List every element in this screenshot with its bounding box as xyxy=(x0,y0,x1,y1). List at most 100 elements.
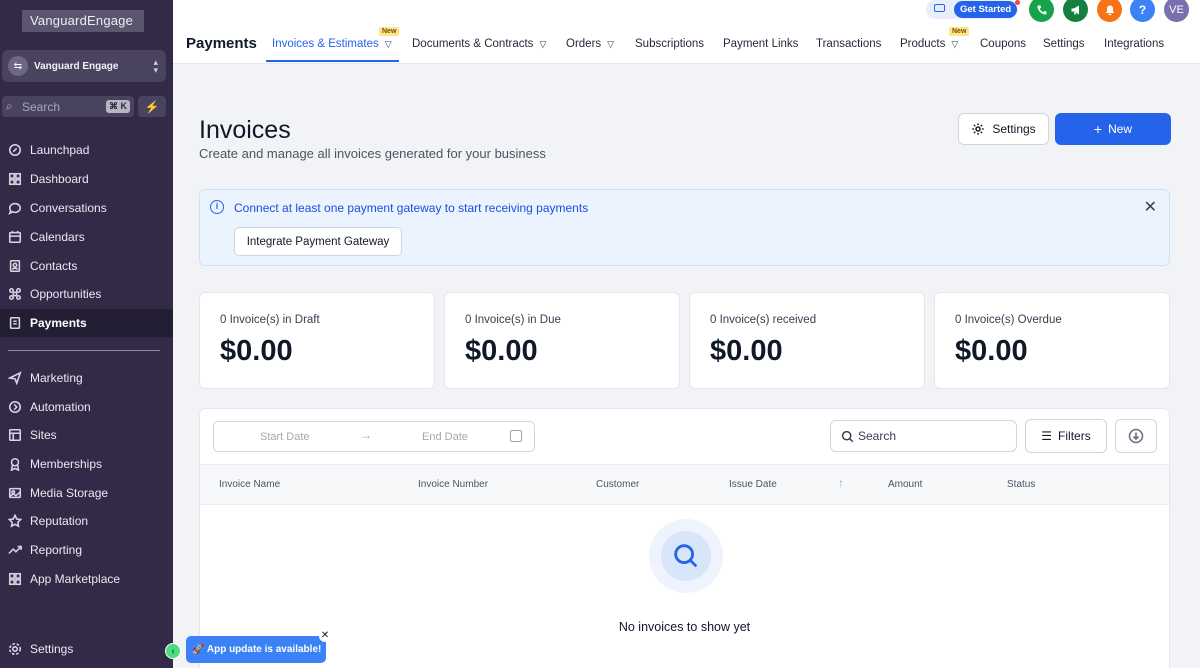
sidebar-item-label: Payments xyxy=(30,316,87,330)
integrate-gateway-button[interactable]: Integrate Payment Gateway xyxy=(234,227,402,256)
search-icon xyxy=(841,430,854,442)
announcements-button[interactable] xyxy=(1063,0,1088,22)
account-name: Vanguard Engage xyxy=(34,60,119,72)
sort-arrow-icon[interactable]: ↑ xyxy=(838,476,844,490)
sidebar-search-placeholder: Search xyxy=(22,99,61,114)
sidebar-item-reputation[interactable]: Reputation xyxy=(0,507,173,535)
sidebar-item-sites[interactable]: Sites xyxy=(0,421,173,449)
tab-invoices-estimates[interactable]: Invoices & Estimates ▽ xyxy=(272,38,392,50)
column-header-amount[interactable]: Amount xyxy=(888,479,922,490)
column-header-customer[interactable]: Customer xyxy=(596,479,639,490)
media-icon xyxy=(8,486,22,500)
brand-logo[interactable]: VanguardEngage xyxy=(22,10,144,32)
calendar-icon xyxy=(8,230,22,244)
page-subtitle: Create and manage all invoices generated… xyxy=(199,146,546,161)
sidebar-item-automation[interactable]: Automation xyxy=(0,393,173,421)
gear-icon xyxy=(8,642,22,656)
chat-icon xyxy=(8,201,22,215)
sidebar-search[interactable]: ⌕ Search ⌘ K xyxy=(2,96,134,117)
tab-label: Integrations xyxy=(1104,38,1165,50)
send-icon xyxy=(8,371,22,385)
tab-subscriptions[interactable]: Subscriptions xyxy=(635,38,704,50)
sidebar-item-payments[interactable]: Payments xyxy=(0,309,173,337)
notifications-button[interactable] xyxy=(1097,0,1122,22)
sidebar-item-label: Automation xyxy=(30,400,91,414)
stat-card-overdue: 0 Invoice(s) Overdue $0.00 xyxy=(934,292,1170,389)
app-update-toast[interactable]: 🚀 App update is available! xyxy=(186,636,326,663)
tab-payment-links[interactable]: Payment Links xyxy=(723,38,798,50)
close-icon[interactable]: ✕ xyxy=(1144,197,1157,217)
sidebar-item-reporting[interactable]: Reporting xyxy=(0,536,173,564)
tab-integrations[interactable]: Integrations xyxy=(1104,38,1164,50)
account-switcher[interactable]: ⇆ Vanguard Engage ▴ ▾ xyxy=(2,50,166,82)
date-range-picker[interactable]: Start Date → End Date xyxy=(213,421,535,452)
stat-value: $0.00 xyxy=(220,335,293,367)
column-header-status[interactable]: Status xyxy=(1007,479,1035,490)
tab-label: Settings xyxy=(1043,38,1085,50)
sidebar-item-app-marketplace[interactable]: App Marketplace xyxy=(0,565,173,593)
get-started-pill[interactable]: Get Started xyxy=(926,0,1018,19)
settings-button-label: Settings xyxy=(992,122,1036,136)
sidebar-item-settings[interactable]: Settings xyxy=(0,635,173,663)
column-header-issue-date[interactable]: Issue Date xyxy=(729,479,777,490)
tab-coupons[interactable]: Coupons xyxy=(980,38,1026,50)
tab-orders[interactable]: Orders ▽ xyxy=(566,38,614,50)
stat-label: 0 Invoice(s) in Draft xyxy=(220,314,320,326)
sidebar-item-label: Reporting xyxy=(30,543,83,557)
sidebar-item-memberships[interactable]: Memberships xyxy=(0,450,173,478)
sidebar-item-contacts[interactable]: Contacts xyxy=(0,252,173,280)
avatar[interactable]: VE xyxy=(1164,0,1189,22)
end-date-input[interactable]: End Date xyxy=(422,431,468,443)
tab-documents-contracts[interactable]: Documents & Contracts ▽ xyxy=(412,38,546,50)
close-icon[interactable]: ✕ xyxy=(319,630,331,642)
sidebar-item-media-storage[interactable]: Media Storage xyxy=(0,479,173,507)
tab-label: Subscriptions xyxy=(635,38,705,50)
sidebar-divider xyxy=(8,350,160,351)
search-icon xyxy=(674,544,698,568)
marketplace-icon xyxy=(8,572,22,586)
quick-action-button[interactable]: ⚡ xyxy=(138,96,166,117)
tab-transactions[interactable]: Transactions xyxy=(816,38,881,50)
star-icon xyxy=(8,514,22,528)
settings-button[interactable]: Settings xyxy=(958,113,1049,145)
download-button[interactable] xyxy=(1115,419,1157,453)
sidebar-item-marketing[interactable]: Marketing xyxy=(0,364,173,392)
chevron-down-icon: ▽ xyxy=(607,38,615,49)
empty-state-message: No invoices to show yet xyxy=(618,620,751,634)
start-date-input[interactable]: Start Date xyxy=(260,431,310,443)
payments-icon xyxy=(8,316,22,330)
new-invoice-button[interactable]: + New xyxy=(1055,113,1171,145)
tab-products[interactable]: Products ▽ xyxy=(900,38,958,50)
column-header-invoice-name[interactable]: Invoice Name xyxy=(219,479,280,490)
sidebar-item-label: Calendars xyxy=(30,230,85,244)
payment-gateway-banner: i Connect at least one payment gateway t… xyxy=(199,189,1170,266)
sidebar-item-dashboard[interactable]: Dashboard xyxy=(0,165,173,193)
stat-value: $0.00 xyxy=(955,335,1028,367)
sidebar-item-calendars[interactable]: Calendars xyxy=(0,223,173,251)
chevron-down-icon: ▽ xyxy=(384,38,392,49)
phone-icon xyxy=(1037,5,1046,14)
column-header-invoice-number[interactable]: Invoice Number xyxy=(418,479,488,490)
table-header: Invoice Name Invoice Number Customer Iss… xyxy=(200,464,1169,505)
stat-label: 0 Invoice(s) Overdue xyxy=(955,314,1062,326)
chevron-updown-icon: ▴ ▾ xyxy=(153,57,158,75)
active-tab-indicator xyxy=(266,60,399,62)
invoices-table: Start Date → End Date Search ☰ Filters I… xyxy=(199,408,1170,668)
sidebar-item-opportunities[interactable]: Opportunities xyxy=(0,280,173,308)
chevron-down-icon: ▽ xyxy=(539,38,547,49)
phone-button[interactable] xyxy=(1029,0,1054,22)
search-shortcut: ⌘ K xyxy=(106,100,130,113)
tab-label: Documents & Contracts xyxy=(412,38,534,50)
filters-button[interactable]: ☰ Filters xyxy=(1025,419,1107,453)
sidebar-item-conversations[interactable]: Conversations xyxy=(0,194,173,222)
plus-icon: + xyxy=(1093,121,1103,137)
sidebar-item-launchpad[interactable]: Launchpad xyxy=(0,136,173,164)
sidebar-item-label: Media Storage xyxy=(30,486,109,500)
bolt-icon: ⚡ xyxy=(144,99,160,114)
get-started-button[interactable]: Get Started xyxy=(954,1,1018,18)
megaphone-icon xyxy=(1071,5,1079,14)
invoice-search-input[interactable]: Search xyxy=(830,420,1017,452)
help-button[interactable]: ? xyxy=(1130,0,1155,22)
stat-card-draft: 0 Invoice(s) in Draft $0.00 xyxy=(199,292,435,389)
tab-settings[interactable]: Settings xyxy=(1043,38,1085,50)
